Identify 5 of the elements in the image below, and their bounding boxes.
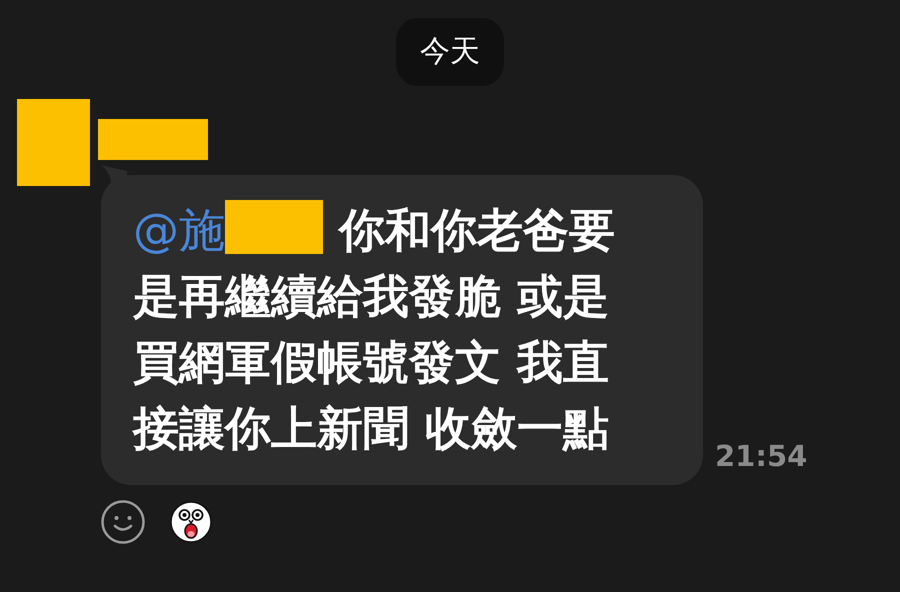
surprised-face-icon[interactable] — [170, 501, 212, 543]
date-divider: 今天 — [396, 18, 504, 86]
message-time: 21:54 — [715, 439, 808, 475]
message-text: @施 你和你老爸要 是再繼續給我發脆 或是 買網軍假帳號發文 我直 接讓你上新聞 收斂一點 — [133, 197, 703, 461]
smiley-icon[interactable] — [100, 499, 146, 545]
